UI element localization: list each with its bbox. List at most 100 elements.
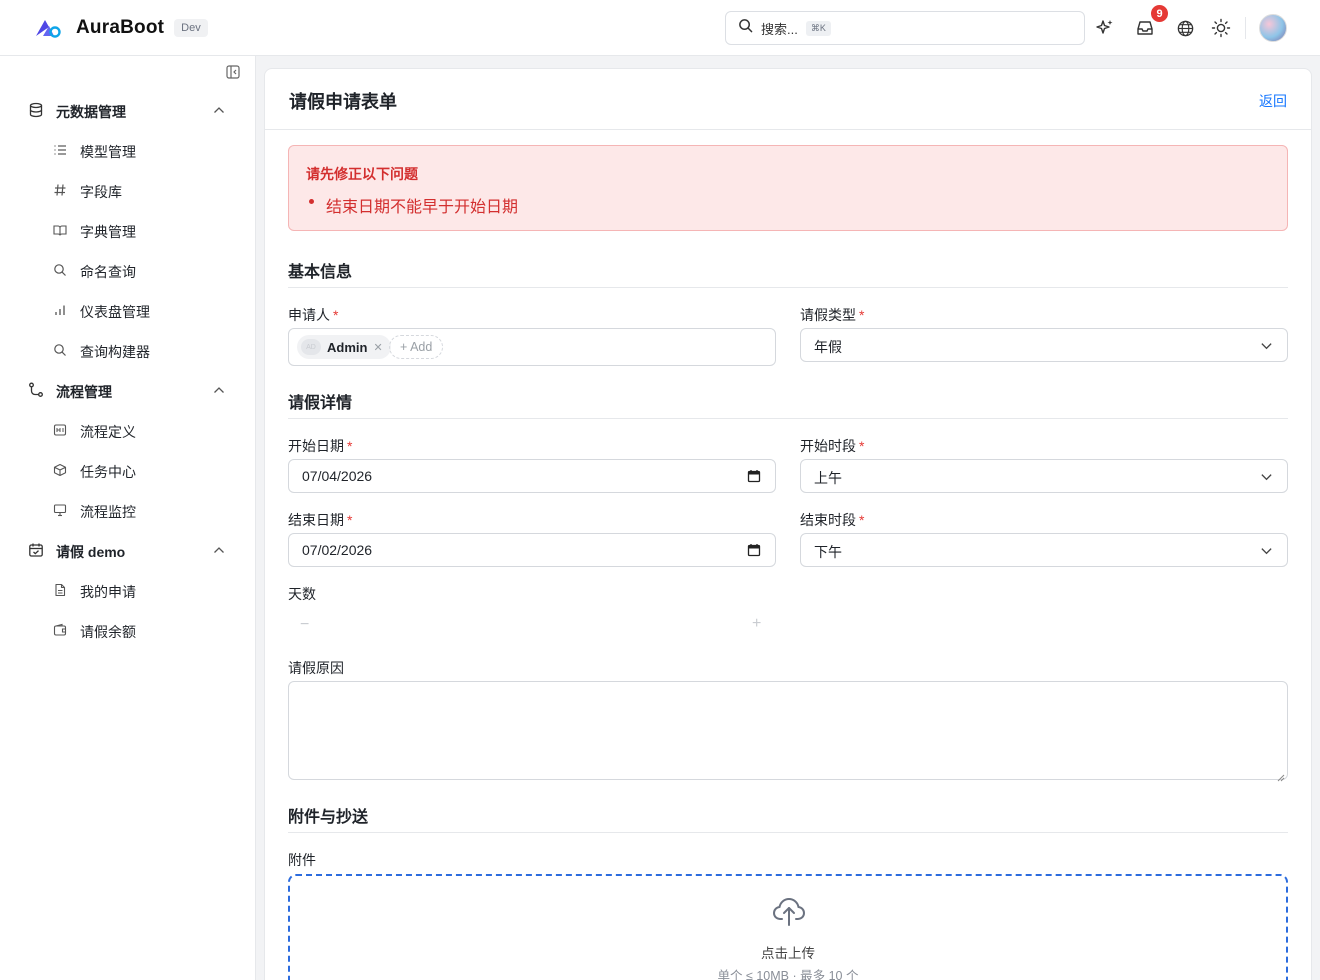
section-divider bbox=[288, 418, 1288, 419]
notification-badge: 9 bbox=[1150, 4, 1169, 23]
chevron-up-icon bbox=[212, 543, 226, 557]
page-title: 请假申请表单 bbox=[289, 92, 397, 112]
book-icon bbox=[53, 223, 67, 237]
globe-icon[interactable] bbox=[1174, 17, 1196, 39]
brand[interactable]: AuraBoot Dev bbox=[34, 14, 208, 42]
end-period-value: 下午 bbox=[814, 544, 842, 560]
sidebar-group-label: 流程管理 bbox=[56, 384, 112, 400]
start-period-select[interactable]: 上午 bbox=[800, 459, 1288, 493]
logo-icon bbox=[34, 14, 62, 42]
sidebar-item-named-query[interactable]: 命名查询 bbox=[0, 250, 256, 290]
cloud-upload-icon bbox=[771, 893, 807, 929]
field-label-reason: 请假原因 bbox=[288, 660, 344, 676]
brand-name: AuraBoot bbox=[76, 17, 165, 38]
sun-icon[interactable] bbox=[1210, 17, 1232, 39]
sidebar-item-my-requests[interactable]: 我的申请 bbox=[0, 570, 256, 610]
sidebar: 元数据管理 模型管理 字段库 字典管理 命名查询 仪表盘管理 查询构建器 流程管… bbox=[0, 56, 256, 980]
workflow-icon bbox=[28, 382, 44, 398]
decrement-button[interactable]: − bbox=[300, 616, 309, 634]
end-date-input[interactable]: 07/02/2026 bbox=[288, 533, 776, 567]
section-title-basic: 基本信息 bbox=[288, 264, 353, 281]
sidebar-item-dashboard[interactable]: 仪表盘管理 bbox=[0, 290, 256, 330]
sidebar-item-label: 请假余额 bbox=[80, 624, 136, 640]
field-label-end-date: 结束日期 * bbox=[288, 512, 353, 528]
calendar-icon[interactable] bbox=[747, 469, 761, 483]
error-message: 结束日期不能早于开始日期 bbox=[326, 199, 519, 216]
chevron-up-icon bbox=[212, 103, 226, 117]
avatar[interactable] bbox=[1259, 14, 1287, 42]
sparkles-icon[interactable] bbox=[1094, 17, 1116, 39]
sidebar-item-label: 流程定义 bbox=[80, 424, 136, 440]
chevron-down-icon bbox=[1260, 544, 1273, 557]
search-placeholder: 搜索... bbox=[761, 21, 798, 37]
top-header: AuraBoot Dev 搜索... ⌘K 9 bbox=[0, 0, 1320, 56]
env-badge: Dev bbox=[174, 19, 208, 37]
field-label-start-period: 开始时段 * bbox=[800, 438, 865, 454]
remove-chip-icon[interactable]: ✕ bbox=[373, 341, 382, 354]
increment-button[interactable]: + bbox=[752, 615, 761, 633]
collapse-sidebar-icon[interactable] bbox=[226, 65, 240, 79]
sidebar-item-process-definition[interactable]: 流程定义 bbox=[0, 410, 256, 450]
leave-type-select[interactable]: 年假 bbox=[800, 328, 1288, 362]
sidebar-item-label: 任务中心 bbox=[80, 464, 136, 480]
error-title: 请先修正以下问题 bbox=[306, 166, 418, 182]
database-icon bbox=[28, 102, 44, 118]
header-divider bbox=[1245, 17, 1246, 39]
applicant-chip: AD Admin ✕ bbox=[297, 335, 391, 359]
sidebar-group-label: 元数据管理 bbox=[56, 104, 126, 120]
section-title-attachments: 附件与抄送 bbox=[288, 809, 369, 826]
document-icon bbox=[53, 583, 67, 597]
add-applicant-button[interactable]: + Add bbox=[389, 335, 444, 359]
sidebar-item-label: 字段库 bbox=[80, 184, 122, 200]
sidebar-group-label: 请假 demo bbox=[56, 544, 126, 560]
applicant-picker[interactable]: AD Admin ✕ + Add bbox=[288, 328, 776, 366]
sidebar-item-fields[interactable]: 字段库 bbox=[0, 170, 256, 210]
end-date-value: 07/02/2026 bbox=[302, 542, 373, 558]
field-label-applicant: 申请人 * bbox=[288, 307, 339, 323]
bar-chart-icon bbox=[53, 303, 67, 317]
sidebar-item-label: 仪表盘管理 bbox=[80, 304, 150, 320]
start-date-input[interactable]: 07/04/2026 bbox=[288, 459, 776, 493]
sidebar-item-label: 模型管理 bbox=[80, 144, 136, 160]
error-alert: 请先修正以下问题 结束日期不能早于开始日期 bbox=[288, 145, 1288, 231]
search-input[interactable]: 搜索... ⌘K bbox=[725, 11, 1085, 45]
calendar-icon bbox=[28, 542, 44, 558]
upload-dropzone[interactable]: 点击上传 单个 ≤ 10MB · 最多 10 个 bbox=[288, 874, 1288, 980]
sidebar-group-metadata[interactable]: 元数据管理 bbox=[0, 90, 256, 130]
chip-avatar: AD bbox=[301, 339, 321, 355]
sidebar-item-task-center[interactable]: 任务中心 bbox=[0, 450, 256, 490]
search-shortcut: ⌘K bbox=[805, 20, 831, 36]
sidebar-item-label: 查询构建器 bbox=[80, 344, 150, 360]
field-label-start-date: 开始日期 * bbox=[288, 438, 353, 454]
field-label-days: 天数 bbox=[288, 586, 316, 602]
sidebar-group-leave-demo[interactable]: 请假 demo bbox=[0, 530, 256, 570]
chevron-up-icon bbox=[212, 383, 226, 397]
resize-handle-icon[interactable] bbox=[1277, 769, 1285, 782]
sidebar-item-query-builder[interactable]: 查询构建器 bbox=[0, 330, 256, 370]
upload-hint: 单个 ≤ 10MB · 最多 10 个 bbox=[717, 969, 859, 980]
reason-textarea[interactable] bbox=[288, 681, 1288, 782]
sidebar-item-dictionary[interactable]: 字典管理 bbox=[0, 210, 256, 250]
section-divider bbox=[288, 832, 1288, 833]
chevron-down-icon bbox=[1260, 339, 1273, 352]
chip-name: Admin bbox=[327, 339, 368, 355]
end-period-select[interactable]: 下午 bbox=[800, 533, 1288, 567]
sidebar-item-leave-balance[interactable]: 请假余额 bbox=[0, 610, 256, 650]
sidebar-item-process-monitor[interactable]: 流程监控 bbox=[0, 490, 256, 530]
card-header: 请假申请表单 返回 bbox=[265, 69, 1311, 130]
sidebar-group-workflow[interactable]: 流程管理 bbox=[0, 370, 256, 410]
wallet-icon bbox=[53, 623, 67, 637]
search-icon bbox=[53, 263, 67, 277]
sidebar-item-models[interactable]: 模型管理 bbox=[0, 130, 256, 170]
field-label-attachment: 附件 bbox=[288, 852, 316, 868]
upload-text: 点击上传 bbox=[761, 946, 815, 961]
flow-icon bbox=[53, 423, 67, 437]
search-icon bbox=[738, 18, 753, 38]
cube-icon bbox=[53, 463, 67, 477]
chevron-down-icon bbox=[1260, 470, 1273, 483]
calendar-icon[interactable] bbox=[747, 543, 761, 557]
list-icon bbox=[53, 143, 67, 157]
sidebar-item-label: 流程监控 bbox=[80, 504, 136, 520]
field-label-leave-type: 请假类型 * bbox=[800, 307, 865, 323]
back-link[interactable]: 返回 bbox=[1259, 91, 1287, 111]
